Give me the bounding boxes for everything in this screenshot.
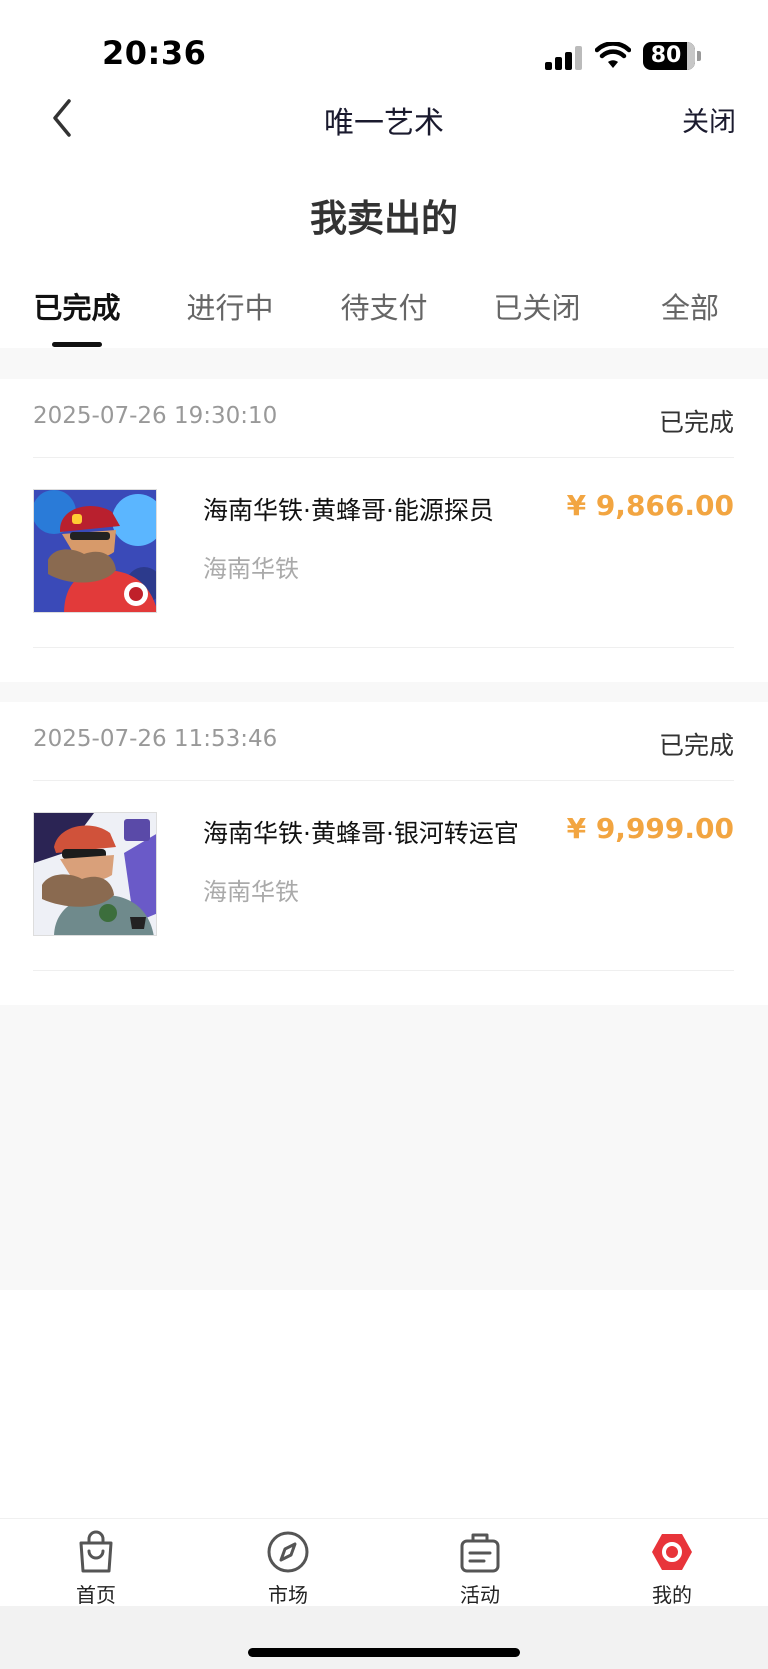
shop-name: 海南华铁 bbox=[203, 878, 299, 906]
tab-bar-activity[interactable]: 活动 bbox=[420, 1519, 540, 1607]
home-indicator-area bbox=[0, 1606, 768, 1669]
order-tabs: 已完成 进行中 待支付 已关闭 全部 bbox=[0, 285, 768, 349]
product-name: 海南华铁·黄蜂哥·能源探员 bbox=[203, 496, 494, 525]
order-status: 已完成 bbox=[658, 408, 734, 437]
divider bbox=[33, 457, 734, 458]
bottom-tab-bar: 首页 市场 活动 我的 bbox=[0, 1518, 768, 1607]
nav-title: 唯一艺术 bbox=[324, 106, 444, 141]
page-title: 我卖出的 bbox=[310, 197, 458, 240]
shop-name: 海南华铁 bbox=[203, 555, 299, 583]
order-date: 2025-07-26 19:30:10 bbox=[33, 403, 278, 429]
tab-bar-label: 首页 bbox=[76, 1583, 116, 1607]
close-button[interactable]: 关闭 bbox=[682, 100, 736, 139]
order-date: 2025-07-26 11:53:46 bbox=[33, 726, 278, 752]
tab-bar-profile[interactable]: 我的 bbox=[612, 1519, 732, 1607]
order-card[interactable]: 2025-07-26 19:30:10 已完成 海南华铁·黄蜂哥·能源探员 ¥ … bbox=[0, 379, 768, 682]
order-card[interactable]: 2025-07-26 11:53:46 已完成 海南华铁·黄蜂哥·银河转运官 ¥… bbox=[0, 702, 768, 1005]
tab-bar-label: 市场 bbox=[268, 1583, 308, 1607]
wifi-icon bbox=[595, 42, 631, 68]
tab-all[interactable]: 全部 bbox=[630, 285, 750, 327]
divider bbox=[33, 970, 734, 971]
tab-bar-market[interactable]: 市场 bbox=[228, 1519, 348, 1607]
divider bbox=[33, 780, 734, 781]
compass-icon bbox=[267, 1531, 309, 1573]
tab-bar-label: 活动 bbox=[460, 1583, 500, 1607]
tab-completed[interactable]: 已完成 bbox=[17, 285, 137, 327]
tab-pending-payment[interactable]: 待支付 bbox=[324, 285, 444, 327]
activity-list-icon bbox=[460, 1533, 500, 1573]
product-thumbnail[interactable] bbox=[33, 812, 157, 936]
battery-icon: 80 bbox=[643, 42, 701, 70]
battery-level: 80 bbox=[650, 43, 682, 68]
product-price: ¥ 9,999.00 bbox=[566, 812, 734, 845]
tab-bar-label: 我的 bbox=[652, 1583, 692, 1607]
divider bbox=[33, 647, 734, 648]
home-indicator[interactable] bbox=[248, 1648, 520, 1657]
tab-closed[interactable]: 已关闭 bbox=[477, 285, 597, 327]
tab-bar-home[interactable]: 首页 bbox=[36, 1519, 156, 1607]
product-name: 海南华铁·黄蜂哥·银河转运官 bbox=[203, 819, 519, 848]
product-price: ¥ 9,866.00 bbox=[566, 489, 734, 522]
nav-header: 唯一艺术 关闭 bbox=[0, 90, 768, 146]
product-thumbnail[interactable] bbox=[33, 489, 157, 613]
status-bar: 20:36 80 bbox=[0, 0, 768, 100]
tab-active-indicator bbox=[52, 342, 102, 347]
signal-icon bbox=[545, 46, 583, 70]
order-status: 已完成 bbox=[658, 731, 734, 760]
order-list: 2025-07-26 19:30:10 已完成 海南华铁·黄蜂哥·能源探员 ¥ … bbox=[0, 348, 768, 1290]
shopping-bag-icon bbox=[79, 1530, 113, 1573]
tab-in-progress[interactable]: 进行中 bbox=[170, 285, 290, 327]
status-time: 20:36 bbox=[102, 34, 207, 72]
profile-hexagon-icon bbox=[652, 1534, 692, 1570]
